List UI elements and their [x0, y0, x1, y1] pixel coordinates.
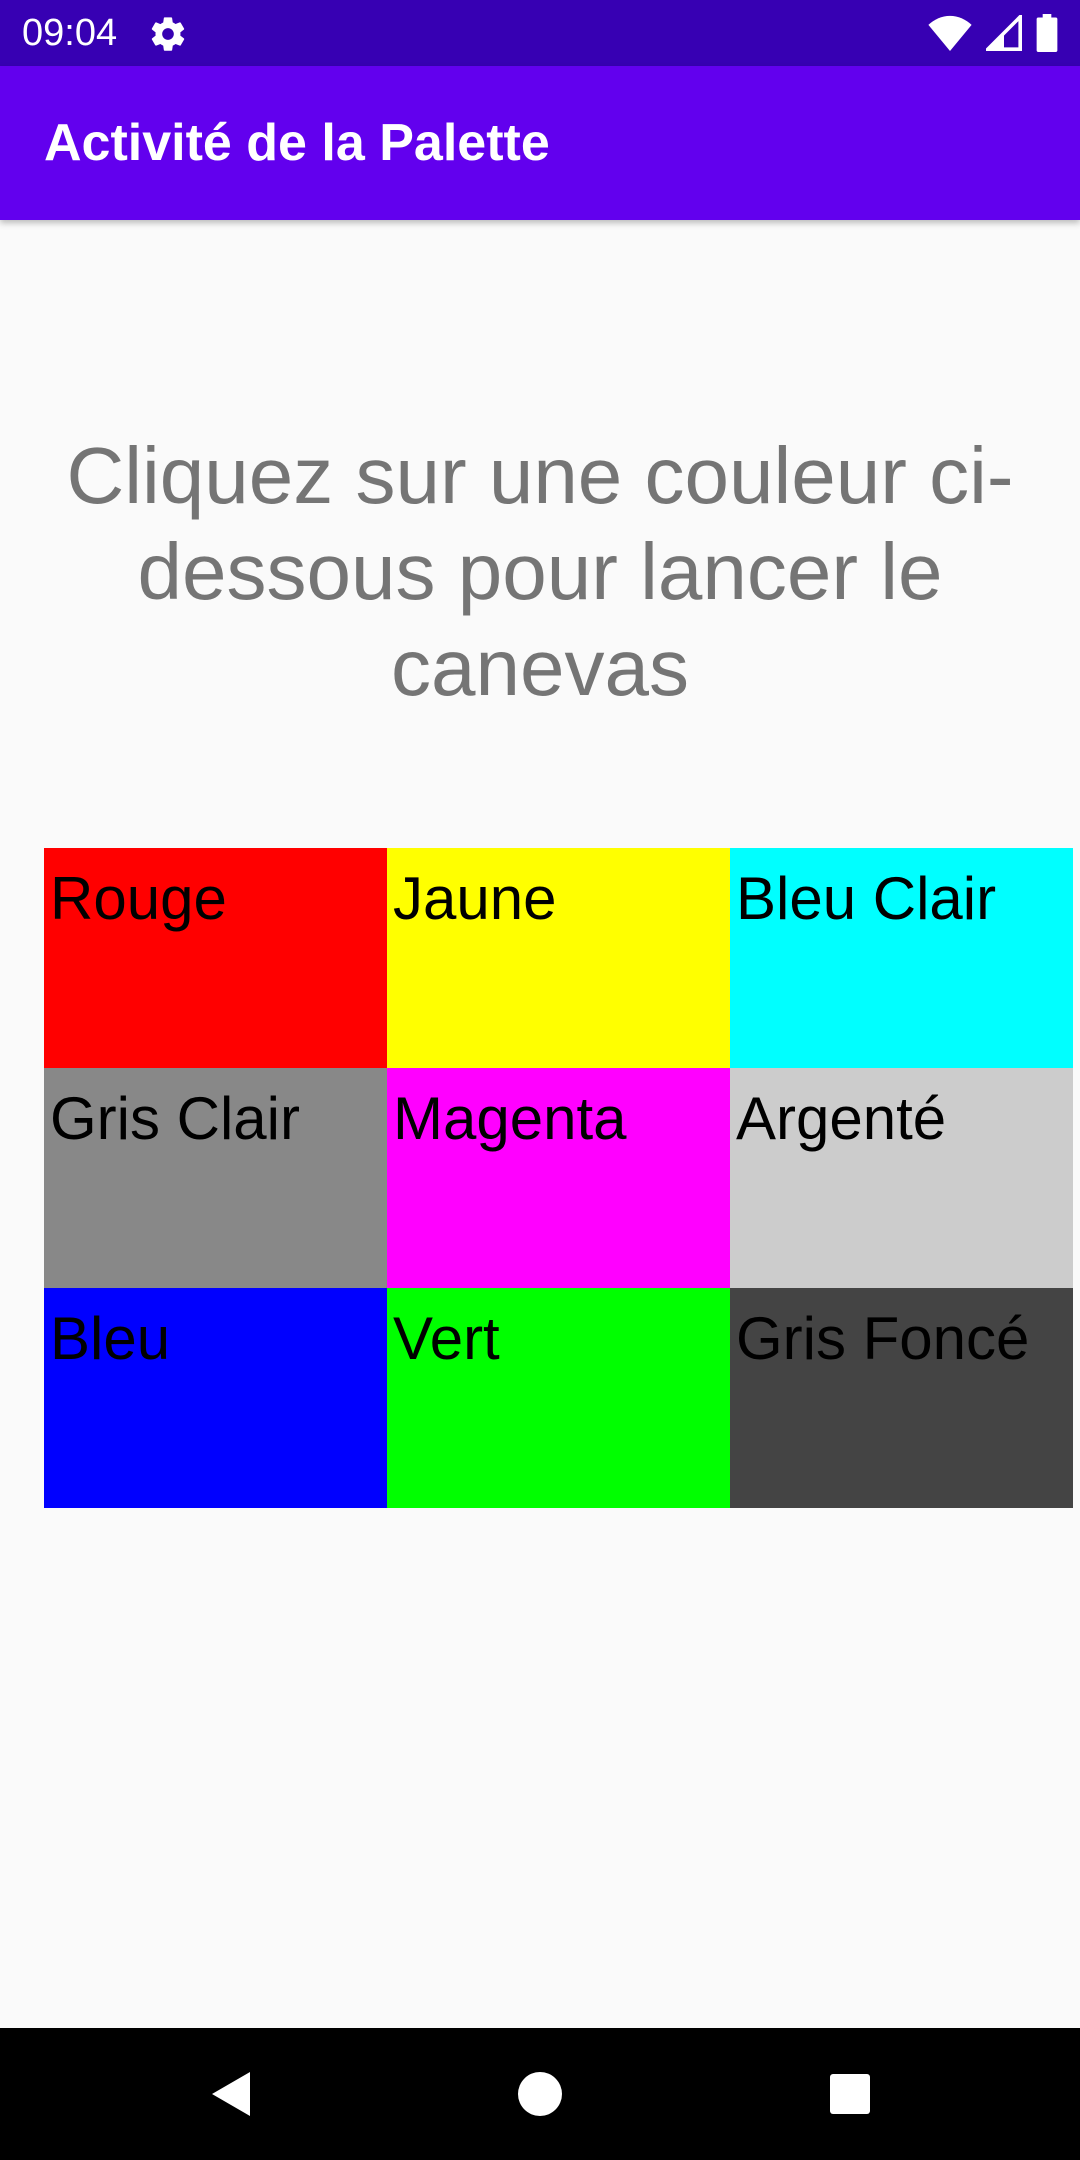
color-swatch-rouge[interactable]: Rouge [44, 848, 387, 1068]
color-swatch-jaune[interactable]: Jaune [387, 848, 730, 1068]
recents-square-icon[interactable] [822, 2066, 878, 2122]
gear-icon [151, 17, 185, 51]
color-swatch-gris-clair[interactable]: Gris Clair [44, 1068, 387, 1288]
color-swatch-vert[interactable]: Vert [387, 1288, 730, 1508]
color-swatch-gris-fonce[interactable]: Gris Foncé [730, 1288, 1073, 1508]
back-triangle-icon[interactable] [204, 2066, 260, 2122]
status-bar: 09:04 [0, 0, 1080, 66]
home-circle-icon[interactable] [512, 2066, 568, 2122]
color-swatch-bleu[interactable]: Bleu [44, 1288, 387, 1508]
color-swatch-magenta[interactable]: Magenta [387, 1068, 730, 1288]
color-swatch-argente[interactable]: Argenté [730, 1068, 1073, 1288]
color-swatch-bleu-clair[interactable]: Bleu Clair [730, 848, 1073, 1068]
app-title: Activité de la Palette [44, 114, 550, 172]
cell-signal-icon [986, 15, 1022, 51]
wifi-icon [928, 15, 972, 51]
instructions-text: Cliquez sur une couleur ci-dessous pour … [66, 431, 1014, 712]
app-bar: Activité de la Palette [0, 66, 1080, 220]
status-time: 09:04 [22, 12, 118, 54]
battery-icon [1036, 14, 1058, 52]
navigation-bar [0, 2028, 1080, 2160]
color-palette-grid: Rouge Jaune Bleu Clair Gris Clair Magent… [44, 848, 1073, 1508]
